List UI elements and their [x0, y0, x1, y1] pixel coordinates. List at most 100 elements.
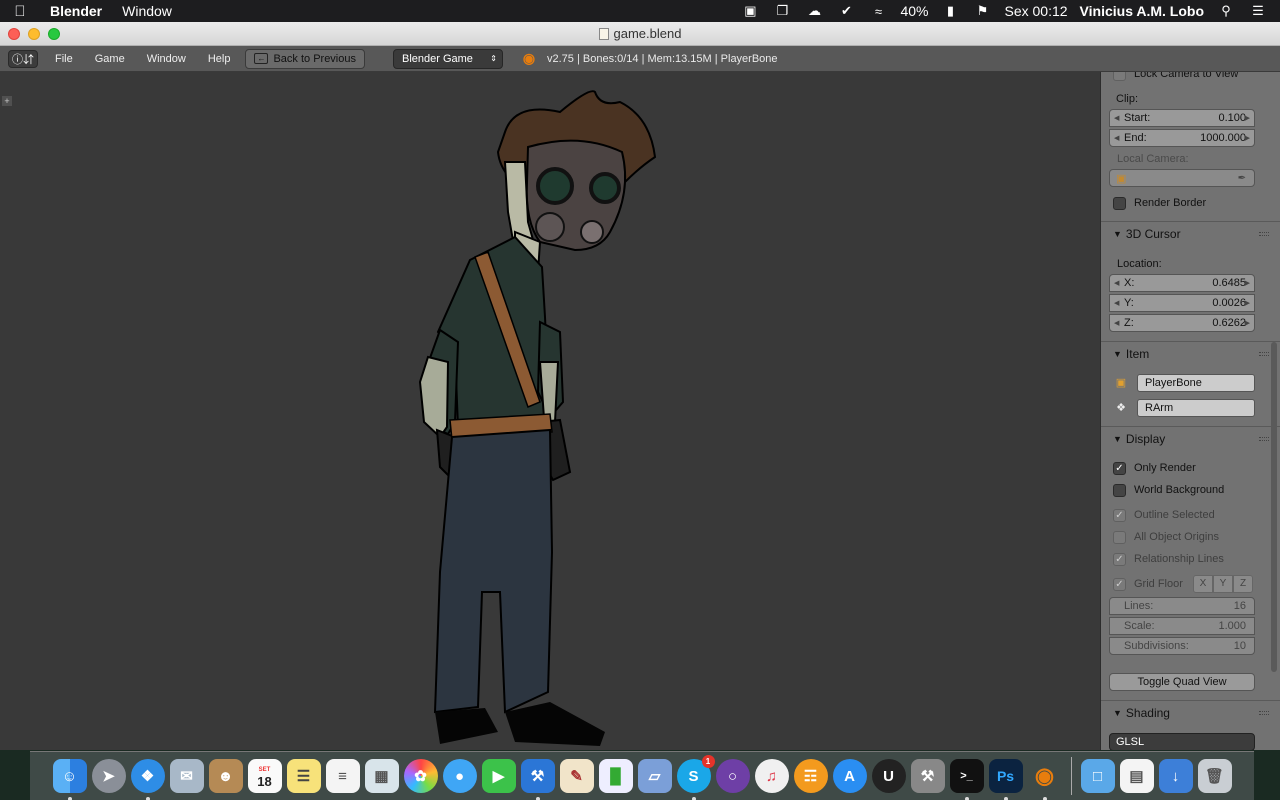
clip-end-field[interactable]: ◀ End: 1000.000 ▶ — [1109, 129, 1255, 147]
list-icon[interactable]: ☰ — [1248, 3, 1268, 18]
photoshop-icon[interactable]: Ps — [988, 759, 1023, 800]
blender-icon[interactable]: ◉ — [1028, 759, 1062, 800]
ibooks-icon[interactable]: ☶ — [793, 759, 828, 793]
collapse-triangle-icon: ▼ — [1113, 433, 1122, 444]
lock-camera-checkbox[interactable] — [1113, 72, 1126, 81]
trash-icon[interactable]: 🗑 — [1197, 759, 1232, 793]
render-engine-select[interactable]: Blender Game ⇕ — [393, 48, 503, 69]
applications-folder-icon[interactable]: □ — [1080, 759, 1115, 793]
search-icon[interactable]: ⚲ — [1216, 3, 1236, 18]
editor-type-button[interactable]: ⓘ⇵ — [8, 49, 38, 68]
messages-icon[interactable]: ● — [442, 759, 477, 793]
menu-help[interactable]: Help — [197, 53, 242, 65]
cursor-y-field[interactable]: ◀ Y: 0.0026 ▶ — [1109, 294, 1255, 312]
relationship-lines-checkbox[interactable]: ✓ — [1113, 553, 1126, 566]
menu-app-name[interactable]: Blender — [40, 3, 112, 19]
eyedropper-icon[interactable]: ✒ — [1238, 173, 1246, 184]
axis-y-toggle[interactable]: Y — [1213, 575, 1233, 593]
all-object-origins-checkbox[interactable] — [1113, 531, 1126, 544]
github-icon[interactable]: ○ — [715, 759, 750, 793]
mail-stamp-icon[interactable]: ✉ — [169, 759, 204, 793]
axis-z-toggle[interactable]: Z — [1233, 575, 1253, 593]
drag-grip-icon[interactable] — [1259, 711, 1269, 715]
collapse-triangle-icon: ▼ — [1113, 707, 1122, 718]
launchpad-icon[interactable]: ➤ — [91, 759, 126, 793]
keynote-icon[interactable]: ▱ — [637, 759, 672, 793]
apple-icon[interactable]:  — [0, 3, 40, 20]
xcode-icon[interactable]: ⚒ — [520, 759, 555, 800]
photos-icon[interactable]: ✿ — [403, 759, 438, 793]
drag-grip-icon[interactable] — [1259, 352, 1269, 356]
calendar-icon[interactable]: SET 18 — [247, 759, 282, 793]
shading-mode-select[interactable]: GLSL — [1109, 733, 1255, 750]
grid-subdivisions-field[interactable]: Subdivisions: 10 — [1109, 637, 1255, 655]
object-name-value: PlayerBone — [1145, 377, 1202, 389]
contacts-icon[interactable]: ☻ — [208, 759, 243, 793]
downloads-folder-icon[interactable]: ↓ — [1158, 759, 1193, 793]
menu-game[interactable]: Game — [84, 53, 136, 65]
reminders-icon[interactable]: ≡ — [325, 759, 360, 793]
grid-floor-checkbox[interactable]: ✓ — [1113, 578, 1126, 591]
render-border-label: Render Border — [1134, 197, 1207, 209]
section-3d-cursor[interactable]: ▼ 3D Cursor — [1101, 221, 1280, 245]
display-icon[interactable]: ❐ — [772, 3, 792, 18]
minimize-window-button[interactable] — [28, 27, 40, 40]
user-name[interactable]: Vinicius A.M. Lobo — [1080, 3, 1204, 19]
local-camera-field[interactable]: ▣ ✒ — [1109, 169, 1255, 187]
camera-icon[interactable]: ▣ — [740, 3, 760, 18]
axis-x-toggle[interactable]: X — [1193, 575, 1213, 593]
flag-icon[interactable]: ⚑ — [972, 3, 992, 18]
facetime-icon[interactable]: ▶ — [481, 759, 516, 793]
grid-axis-toggles: X Y Z — [1193, 575, 1253, 593]
itunes-icon[interactable]: ♫ — [754, 759, 789, 793]
properties-panel[interactable]: Lock Camera to View Clip: ◀ Start: 0.100… — [1100, 72, 1280, 750]
clip-start-value: 0.100 — [1218, 112, 1246, 124]
panel-scrollbar[interactable] — [1271, 342, 1277, 672]
menu-file[interactable]: File — [44, 53, 84, 65]
render-border-checkbox[interactable] — [1113, 197, 1126, 210]
section-display[interactable]: ▼ Display — [1101, 426, 1280, 450]
bone-name-field[interactable]: RArm — [1137, 399, 1255, 417]
close-window-button[interactable] — [8, 27, 20, 40]
section-display-title: Display — [1125, 431, 1166, 446]
skype-icon[interactable]: S1 — [676, 755, 715, 800]
object-name-field[interactable]: PlayerBone — [1137, 374, 1255, 392]
clock[interactable]: Sex 00:12 — [1004, 3, 1067, 19]
battery-percent[interactable]: 40% — [900, 3, 928, 19]
wifi-icon[interactable]: ≈ — [868, 4, 888, 19]
grid-scale-field[interactable]: Scale: 1.000 — [1109, 617, 1255, 635]
numbers-icon[interactable]: █ — [598, 759, 633, 793]
3d-viewport[interactable]: + — [0, 72, 1100, 750]
clip-start-field[interactable]: ◀ Start: 0.100 ▶ — [1109, 109, 1255, 127]
cloud-icon[interactable]: ☁ — [804, 3, 824, 18]
drag-grip-icon[interactable] — [1259, 437, 1269, 441]
grid-floor-label: Grid Floor — [1134, 578, 1183, 590]
unreal-engine-icon[interactable]: U — [871, 759, 906, 793]
section-shading[interactable]: ▼ Shading — [1101, 700, 1280, 724]
menu-window[interactable]: Window — [136, 53, 197, 65]
drag-grip-icon[interactable] — [1259, 232, 1269, 236]
grid-lines-field[interactable]: Lines: 16 — [1109, 597, 1255, 615]
cursor-x-value: 0.6485 — [1212, 277, 1246, 289]
finder-icon[interactable]: ☺ — [52, 759, 87, 800]
battery-icon[interactable]: ▮ — [940, 3, 960, 18]
preview-icon[interactable]: ▦ — [364, 759, 399, 793]
menu-window[interactable]: Window — [112, 3, 182, 19]
outline-selected-checkbox[interactable]: ✓ — [1113, 509, 1126, 522]
world-background-checkbox[interactable] — [1113, 484, 1126, 497]
documents-stack-icon[interactable]: ▤ — [1119, 759, 1154, 793]
notes-icon[interactable]: ☰ — [286, 759, 321, 793]
back-to-previous-button[interactable]: ← Back to Previous — [245, 48, 365, 69]
safari-icon[interactable]: ❖ — [130, 759, 165, 800]
only-render-checkbox[interactable]: ✓ — [1113, 462, 1126, 475]
terminal-icon[interactable]: >_ — [949, 759, 984, 800]
app-utility-icon[interactable]: ⚒ — [910, 759, 945, 793]
cursor-z-field[interactable]: ◀ Z: 0.6262 ▶ — [1109, 314, 1255, 332]
sketch-paper-icon[interactable]: ✎ — [559, 759, 594, 793]
cursor-x-field[interactable]: ◀ X: 0.6485 ▶ — [1109, 274, 1255, 292]
app-store-icon[interactable]: A — [832, 759, 867, 793]
toggle-quad-view-button[interactable]: Toggle Quad View — [1109, 673, 1255, 691]
section-item[interactable]: ▼ Item — [1101, 341, 1280, 365]
check-circle-icon[interactable]: ✔ — [836, 3, 856, 18]
zoom-window-button[interactable] — [48, 27, 60, 40]
